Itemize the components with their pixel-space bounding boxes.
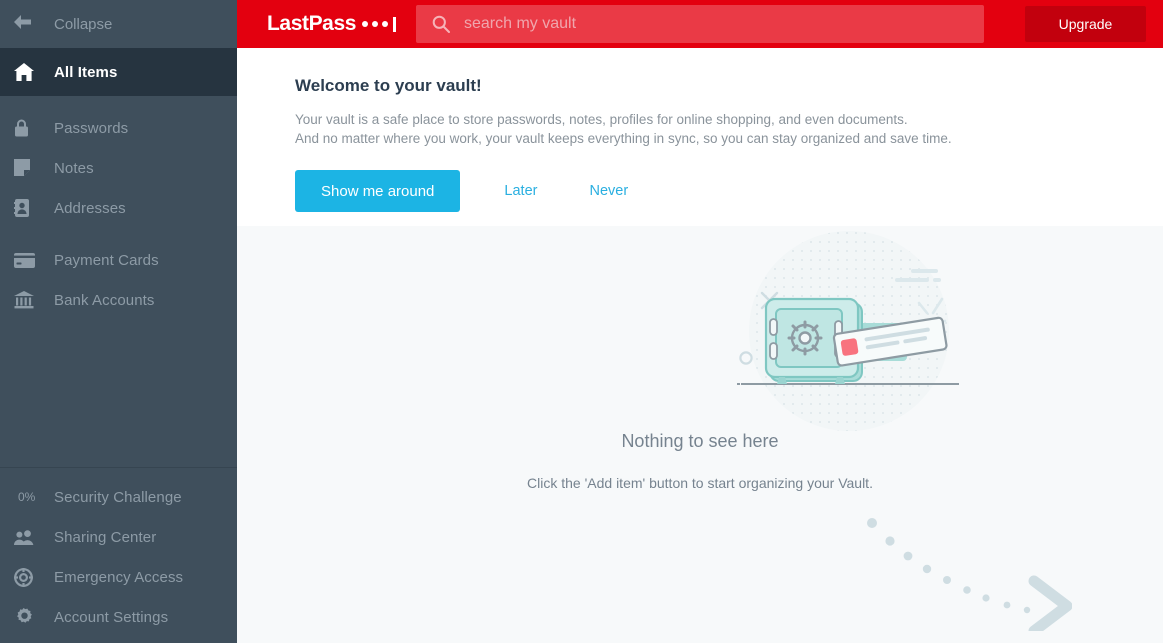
users-icon [14,529,54,545]
empty-state: Nothing to see here Click the 'Add item'… [237,226,1163,643]
lifebuoy-icon [14,567,54,587]
sidebar-item-label: Security Challenge [54,488,182,506]
search-icon [432,15,450,33]
lock-icon [14,119,54,137]
logo-wordmark: LastPass [267,12,357,35]
bank-icon [14,291,54,309]
sidebar-item-sharing-center[interactable]: Sharing Center [0,517,237,557]
sidebar-item-passwords[interactable]: Passwords [0,108,237,148]
search-bar[interactable] [416,5,984,43]
welcome-line-1: Your vault is a safe place to store pass… [295,112,908,127]
never-link[interactable]: Never [589,183,628,199]
later-link[interactable]: Later [504,183,537,199]
sidebar-collapse-button[interactable]: Collapse [0,0,237,48]
empty-state-subtitle: Click the 'Add item' button to start org… [527,475,873,491]
gear-icon [14,607,54,627]
address-card-icon [14,199,54,217]
lastpass-logo: LastPass [237,12,416,36]
show-me-around-button[interactable]: Show me around [295,170,461,212]
top-header: LastPass Upgrade [237,0,1163,48]
sidebar-item-label: Sharing Center [54,528,157,546]
sidebar-item-payment-cards[interactable]: Payment Cards [0,240,237,280]
logo-dots-icon [362,16,397,32]
sidebar-collapse-label: Collapse [54,15,113,33]
credit-card-icon [14,252,54,268]
sidebar-item-bank-accounts[interactable]: Bank Accounts [0,280,237,320]
arrow-left-icon [14,14,54,34]
sidebar-item-account-settings[interactable]: Account Settings [0,597,237,637]
empty-state-title: Nothing to see here [621,431,779,451]
main-area: LastPass Upgrade Welcome to your vault! [237,0,1163,643]
welcome-actions: Show me around Later Never [295,170,1163,212]
sidebar-item-label: Emergency Access [54,568,184,586]
sidebar: Collapse All Items Passwords Notes Addre… [0,0,237,643]
search-input[interactable] [464,15,944,33]
sidebar-item-label: All Items [54,63,118,81]
sidebar-item-label: Addresses [54,199,126,217]
sidebar-item-label: Notes [54,159,94,177]
sidebar-item-addresses[interactable]: Addresses [0,188,237,228]
dotted-arrow-pointer [862,501,1073,637]
welcome-banner: Welcome to your vault! Your vault is a s… [237,48,1163,226]
sidebar-item-emergency-access[interactable]: Emergency Access [0,557,237,597]
sidebar-item-label: Bank Accounts [54,291,155,309]
sidebar-item-label: Account Settings [54,608,169,626]
sidebar-tools-group: 0% Security Challenge Sharing Center Eme… [0,467,237,643]
welcome-title: Welcome to your vault! [295,76,482,95]
sidebar-item-all-items[interactable]: All Items [0,48,237,96]
sidebar-item-notes[interactable]: Notes [0,148,237,188]
note-icon [14,159,54,177]
welcome-line-2: And no matter where you work, your vault… [295,131,952,146]
security-score-badge: 0% [18,490,36,504]
sidebar-item-security-challenge[interactable]: 0% Security Challenge [0,477,237,517]
sidebar-item-label: Payment Cards [54,251,159,269]
sidebar-item-label: Passwords [54,119,129,137]
home-icon [14,63,54,81]
sidebar-divider [0,467,237,468]
safe-with-card-illustration [737,231,967,446]
lastpass-vault-app: Collapse All Items Passwords Notes Addre… [0,0,1163,643]
upgrade-button[interactable]: Upgrade [1025,6,1146,42]
